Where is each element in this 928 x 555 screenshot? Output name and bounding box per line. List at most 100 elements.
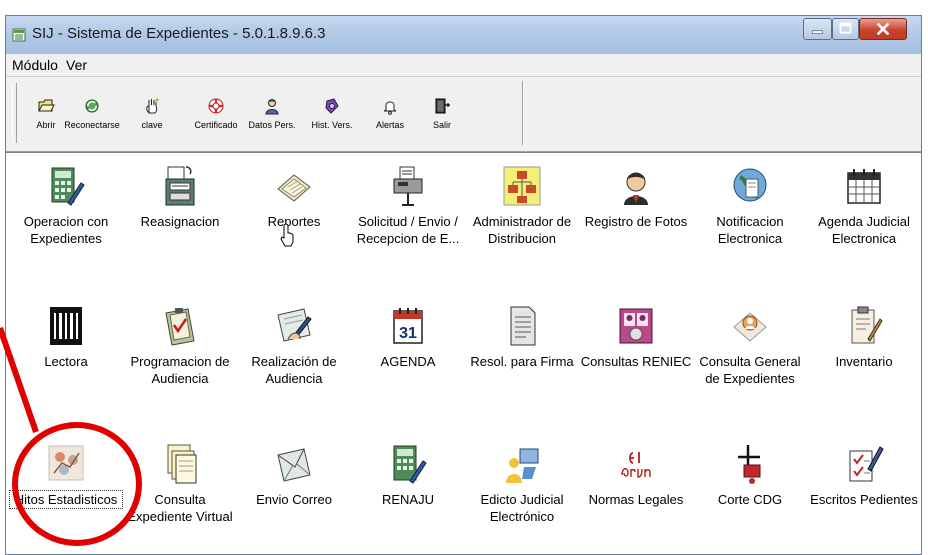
module-solicitud-envio-recepcion[interactable]: Solicitud / Envio / Recepcion de E... bbox=[352, 165, 464, 247]
mouse-cursor-icon bbox=[280, 223, 294, 247]
module-escritos-pedientes[interactable]: Escritos Pedientes bbox=[808, 443, 920, 508]
calculator-pen-icon bbox=[393, 445, 427, 484]
search-user-icon bbox=[733, 312, 767, 342]
clave-button[interactable]: clave bbox=[132, 97, 172, 145]
menu-ver[interactable]: Ver bbox=[66, 57, 87, 73]
org-chart-icon bbox=[503, 166, 541, 206]
module-inventario[interactable]: Inventario bbox=[808, 305, 920, 370]
module-label: Programacion de Audiencia bbox=[130, 354, 230, 386]
module-label: Consulta General de Expedientes bbox=[699, 354, 801, 386]
module-renaju[interactable]: RENAJU bbox=[352, 443, 464, 508]
hist-vers-button[interactable]: Hist. Vers. bbox=[306, 97, 358, 145]
salir-button[interactable]: Salir bbox=[422, 97, 462, 145]
module-label: Corte CDG bbox=[717, 492, 783, 507]
minimize-button[interactable] bbox=[803, 18, 832, 40]
module-realizacion-audiencia[interactable]: Realización de Audiencia bbox=[238, 305, 350, 387]
module-label: Reasignacion bbox=[140, 214, 220, 229]
module-label: Resol. para Firma bbox=[470, 354, 574, 369]
module-label: Administrador de Distribucion bbox=[472, 214, 572, 246]
alertas-button[interactable]: Alertas bbox=[366, 97, 414, 145]
module-label: Inventario bbox=[835, 354, 893, 369]
module-reasignacion[interactable]: Reasignacion bbox=[124, 165, 236, 230]
module-label: Operacion con Expedientes bbox=[23, 214, 109, 246]
hist-vers-label: Hist. Vers. bbox=[311, 120, 353, 130]
module-programacion-audiencia[interactable]: Programacion de Audiencia bbox=[124, 305, 236, 387]
module-consultas-reniec[interactable]: Consultas RENIEC bbox=[580, 305, 692, 370]
exit-door-icon bbox=[435, 98, 450, 114]
annotation-circle bbox=[12, 422, 142, 546]
writing-hand-icon bbox=[277, 308, 312, 342]
module-agenda[interactable]: 31 AGENDA bbox=[352, 305, 464, 370]
module-reportes[interactable]: Reportes bbox=[238, 165, 350, 230]
modules-panel: Operacion con Expedientes Reasignacion R… bbox=[6, 152, 921, 554]
svg-text:31: 31 bbox=[399, 325, 417, 342]
module-label: Registro de Fotos bbox=[584, 214, 688, 229]
datos-pers-label: Datos Pers. bbox=[248, 120, 296, 130]
module-lectora[interactable]: Lectora bbox=[10, 305, 122, 370]
module-edicto-judicial-electronico[interactable]: Edicto Judicial Electrónico bbox=[466, 443, 578, 525]
calculator-pen-icon bbox=[51, 167, 85, 206]
reconectarse-label: Reconectarse bbox=[64, 120, 120, 130]
module-notificacion-electronica[interactable]: Notificacion Electronica bbox=[694, 165, 806, 247]
toolbar: Abrir Reconectarse clave Certificado Dat… bbox=[6, 77, 921, 152]
module-label: Consulta Expediente Virtual bbox=[127, 492, 233, 524]
module-operacion-expedientes[interactable]: Operacion con Expedientes bbox=[10, 165, 122, 247]
el-peruano-logo-icon bbox=[621, 452, 651, 478]
certificado-button[interactable]: Certificado bbox=[188, 97, 244, 145]
papers-icon bbox=[277, 174, 311, 202]
module-label: Edicto Judicial Electrónico bbox=[480, 492, 564, 524]
document-lines-icon bbox=[510, 306, 536, 346]
module-resol-firma[interactable]: Resol. para Firma bbox=[466, 305, 578, 370]
tray-documents-icon bbox=[165, 166, 195, 206]
maximize-button[interactable] bbox=[832, 18, 859, 40]
person-monitor-icon bbox=[506, 448, 539, 483]
title-bar[interactable]: SIJ - Sistema de Expedientes - 5.0.1.8.9… bbox=[6, 16, 921, 54]
datos-pers-button[interactable]: Datos Pers. bbox=[244, 97, 300, 145]
clipboard-check-icon bbox=[165, 308, 195, 346]
open-folder-icon bbox=[38, 99, 55, 112]
module-normas-legales[interactable]: Normas Legales bbox=[580, 443, 692, 508]
toolbar-grip[interactable] bbox=[12, 83, 17, 143]
globe-document-icon bbox=[733, 168, 767, 202]
clave-label: clave bbox=[141, 120, 163, 130]
person-photo-icon bbox=[624, 172, 648, 205]
module-envio-correo[interactable]: Envio Correo bbox=[238, 443, 350, 508]
maximize-icon bbox=[839, 22, 852, 34]
person-icon bbox=[265, 99, 279, 115]
history-icon bbox=[325, 98, 339, 114]
stacked-documents-icon bbox=[167, 444, 197, 484]
module-label: Consultas RENIEC bbox=[580, 354, 692, 369]
hand-fax-icon bbox=[393, 166, 423, 206]
window-title: SIJ - Sistema de Expedientes - 5.0.1.8.9… bbox=[32, 25, 326, 42]
app-icon bbox=[12, 28, 26, 42]
module-registro-fotos[interactable]: Registro de Fotos bbox=[580, 165, 692, 230]
close-icon bbox=[877, 23, 889, 35]
module-label: Realización de Audiencia bbox=[251, 354, 337, 386]
calendar-clock-icon bbox=[847, 169, 881, 204]
close-button[interactable] bbox=[859, 18, 907, 40]
module-consulta-general-expedientes[interactable]: Consulta General de Expedientes bbox=[694, 305, 806, 387]
module-label: Notificacion Electronica bbox=[716, 214, 784, 246]
clipboard-pencil-icon bbox=[851, 306, 883, 344]
hand-key-icon bbox=[146, 98, 159, 114]
toolbar-separator bbox=[522, 81, 524, 145]
lifebuoy-icon bbox=[208, 98, 224, 114]
module-label: RENAJU bbox=[381, 492, 434, 507]
module-label: Lectora bbox=[44, 354, 88, 369]
module-corte-cdg[interactable]: Corte CDG bbox=[694, 443, 806, 508]
module-label: Solicitud / Envio / Recepcion de E... bbox=[356, 214, 460, 246]
menu-modulo[interactable]: Módulo bbox=[12, 57, 58, 73]
reconnect-icon bbox=[85, 99, 99, 113]
reconectarse-button[interactable]: Reconectarse bbox=[60, 97, 124, 145]
envelope-icon bbox=[277, 448, 311, 482]
module-agenda-judicial-electronica[interactable]: Agenda Judicial Electronica bbox=[808, 165, 920, 247]
main-window: SIJ - Sistema de Expedientes - 5.0.1.8.9… bbox=[5, 15, 922, 555]
module-label: Envio Correo bbox=[256, 492, 332, 507]
module-label: Escritos Pedientes bbox=[810, 492, 918, 507]
module-administrador-distribucion[interactable]: Administrador de Distribucion bbox=[466, 165, 578, 247]
module-label: Normas Legales bbox=[588, 492, 684, 507]
checklist-pen-icon bbox=[849, 446, 884, 482]
certificado-label: Certificado bbox=[194, 120, 238, 130]
barcode-icon bbox=[50, 307, 82, 345]
menu-bar: Módulo Ver bbox=[6, 54, 921, 77]
